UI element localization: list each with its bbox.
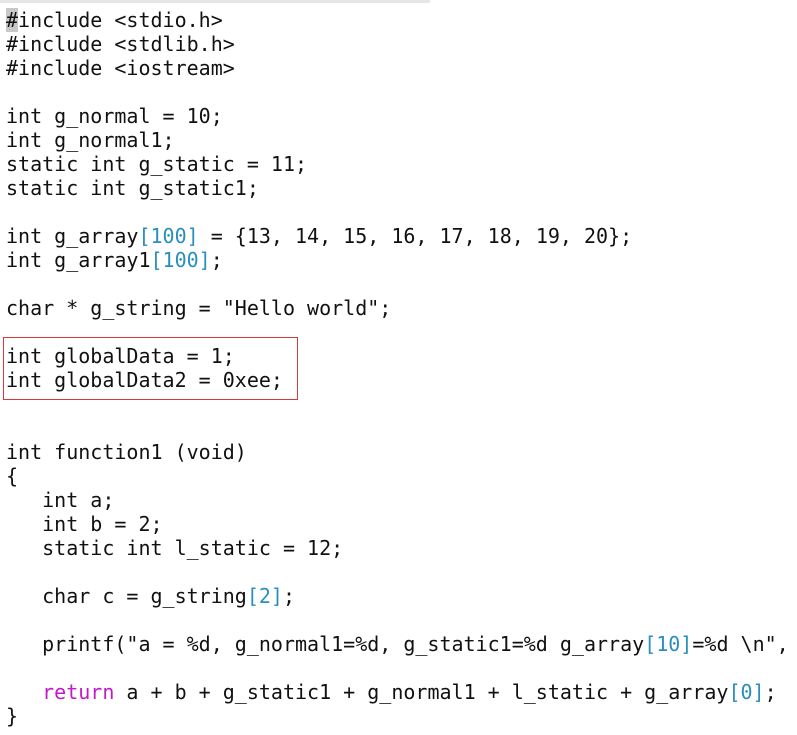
code-text: printf("a = %d, g_normal1=%d, g_static1=… (6, 632, 645, 656)
code-line-13[interactable]: char * g_string = "Hello world"; (6, 296, 391, 320)
code-line-29[interactable]: return a + b + g_static1 + g_normal1 + l… (6, 680, 777, 704)
code-line-1[interactable]: #include <stdio.h> (6, 8, 223, 32)
array-index-literal: [100] (150, 248, 211, 272)
array-index-literal: [0] (728, 680, 765, 704)
text-cursor: # (6, 8, 19, 32)
code-text: ; (282, 584, 295, 608)
code-line-10[interactable]: int g_array[100] = {13, 14, 15, 16, 17, … (6, 224, 632, 248)
code-line-23[interactable]: static int l_static = 12; (6, 536, 343, 560)
array-index-literal: [2] (246, 584, 283, 608)
code-text: ; (764, 680, 777, 704)
code-text: a + b + g_static1 + g_normal1 + l_static… (114, 680, 729, 704)
code-text: ; (210, 248, 223, 272)
window-top-edge (0, 0, 430, 3)
code-line-27[interactable]: printf("a = %d, g_normal1=%d, g_static1=… (6, 632, 789, 656)
code-line-22[interactable]: int b = 2; (6, 512, 162, 536)
code-editor[interactable]: #include <stdio.h> #include <stdlib.h> #… (0, 0, 797, 735)
code-line-1-text: include <stdio.h> (18, 8, 223, 32)
code-line-19[interactable]: int function1 (void) (6, 440, 247, 464)
code-line-6[interactable]: int g_normal1; (6, 128, 175, 152)
code-line-30[interactable]: } (6, 704, 18, 728)
code-text: =%d \n", (692, 632, 789, 656)
code-line-21[interactable]: int a; (6, 488, 114, 512)
code-text: char c = g_string (6, 584, 247, 608)
code-text: = {13, 14, 15, 16, 17, 18, 19, 20}; (198, 224, 633, 248)
array-index-literal: [100] (138, 224, 199, 248)
array-index-literal: [10] (644, 632, 693, 656)
code-line-16[interactable]: int globalData2 = 0xee; (6, 368, 283, 392)
code-line-15[interactable]: int globalData = 1; (6, 344, 235, 368)
code-line-2[interactable]: #include <stdlib.h> (6, 32, 235, 56)
code-text: int g_array (6, 224, 139, 248)
code-line-25[interactable]: char c = g_string[2]; (6, 584, 295, 608)
code-line-11[interactable]: int g_array1[100]; (6, 248, 223, 272)
code-line-8[interactable]: static int g_static1; (6, 176, 259, 200)
code-line-7[interactable]: static int g_static = 11; (6, 152, 307, 176)
code-line-3[interactable]: #include <iostream> (6, 56, 235, 80)
code-line-5[interactable]: int g_normal = 10; (6, 104, 223, 128)
code-line-20[interactable]: { (6, 464, 18, 488)
code-text: int g_array1 (6, 248, 151, 272)
keyword-return: return (42, 680, 115, 704)
